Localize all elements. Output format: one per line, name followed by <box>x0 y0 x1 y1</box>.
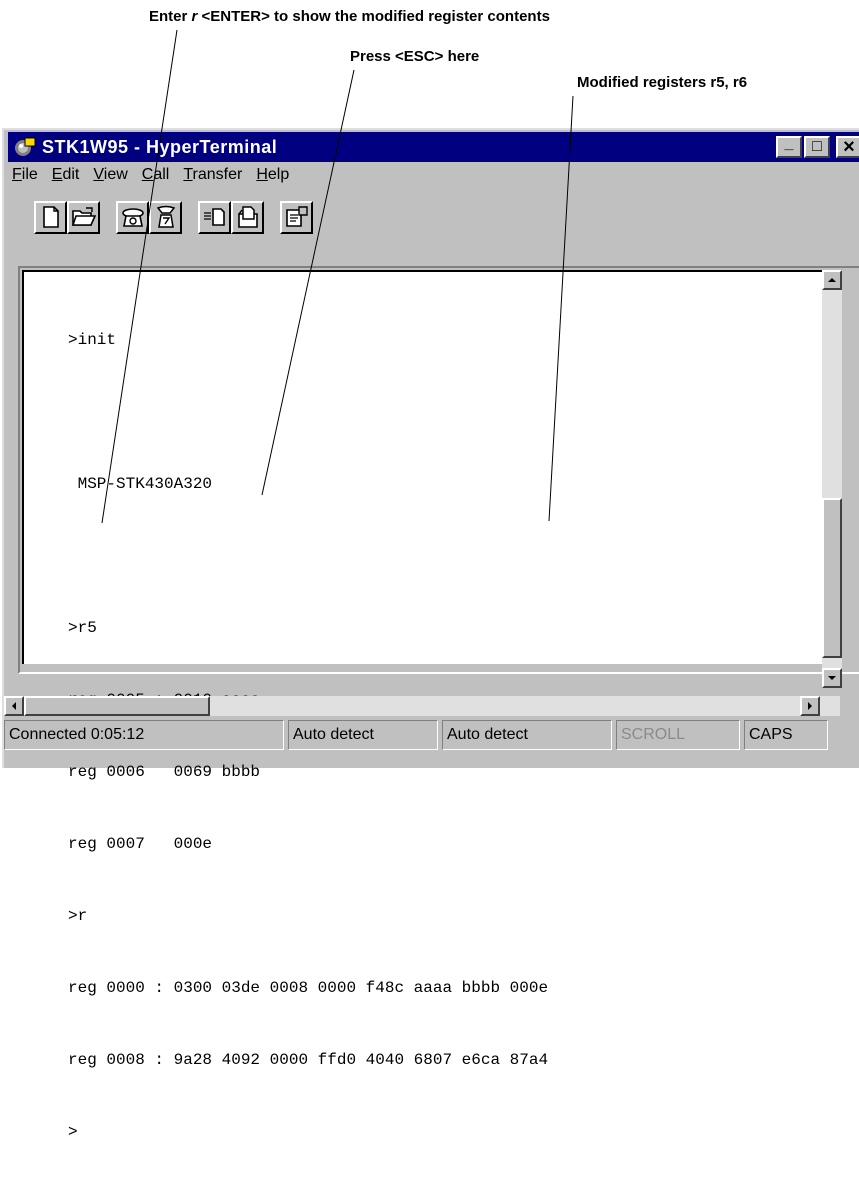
terminal-line: reg 0007 000e <box>68 835 213 853</box>
scroll-left-button[interactable] <box>4 696 24 716</box>
scroll-right-button[interactable] <box>800 696 820 716</box>
open-button[interactable] <box>67 200 100 234</box>
menu-call[interactable]: Call <box>142 166 170 184</box>
disconnect-icon <box>156 205 175 228</box>
hyperterminal-window: STK1W95 - HyperTerminal _ □ × File Edit … <box>2 128 859 1141</box>
receive-button[interactable] <box>231 200 264 234</box>
horizontal-scrollbar[interactable] <box>4 696 840 716</box>
open-icon <box>71 207 96 226</box>
phone-icon <box>121 208 144 227</box>
close-icon: × <box>843 136 855 158</box>
minimize-icon: _ <box>784 135 794 152</box>
arrow-left-icon <box>12 702 16 710</box>
send-button[interactable] <box>198 200 231 234</box>
receive-icon <box>237 206 258 228</box>
arrow-up-icon <box>828 278 836 282</box>
menu-view[interactable]: View <box>93 166 127 184</box>
title-bar[interactable]: STK1W95 - HyperTerminal _ □ × <box>8 132 859 162</box>
scroll-up-button[interactable] <box>822 270 842 290</box>
menu-bar: File Edit View Call Transfer Help <box>12 166 289 184</box>
status-port-settings: Auto detect <box>442 720 612 750</box>
maximize-icon: □ <box>812 138 822 155</box>
annotation-enter-r: Enter r <ENTER> to show the modified reg… <box>149 8 550 25</box>
menu-file[interactable]: File <box>12 166 38 184</box>
send-icon <box>203 208 225 226</box>
toolbar <box>34 198 313 236</box>
minimize-button[interactable]: _ <box>776 136 802 158</box>
scroll-down-button[interactable] <box>822 668 842 688</box>
status-connected: Connected 0:05:12 <box>4 720 284 750</box>
terminal-line: > <box>68 1123 78 1141</box>
hyperterminal-app-icon[interactable] <box>12 136 38 158</box>
status-emulation: Auto detect <box>288 720 438 750</box>
terminal-line: >init <box>68 331 117 349</box>
menu-edit[interactable]: Edit <box>52 166 80 184</box>
vertical-scrollbar[interactable] <box>822 270 842 688</box>
call-button[interactable] <box>116 200 149 234</box>
terminal-line: reg 0000 : 0300 03de 0008 0000 f48c aaaa… <box>68 979 549 997</box>
terminal-line: >r <box>68 907 88 925</box>
terminal-line: reg 0008 : 9a28 4092 0000 ffd0 4040 6807… <box>68 1051 549 1069</box>
annotation-modified-registers: Modified registers r5, r6 <box>577 74 748 91</box>
horizontal-scroll-thumb[interactable] <box>24 696 210 716</box>
terminal-line: reg 0006 0069 bbbb <box>68 763 261 781</box>
terminal-screen[interactable]: >init MSP-STK430A320 >r5 reg 0005 : 0010… <box>22 270 822 1141</box>
status-caps: CAPS <box>744 720 828 750</box>
properties-button[interactable] <box>280 200 313 234</box>
properties-icon <box>285 206 308 227</box>
status-bar: Connected 0:05:12 Auto detect Auto detec… <box>4 718 859 758</box>
maximize-button[interactable]: □ <box>804 136 830 158</box>
status-scroll: SCROLL <box>616 720 740 750</box>
new-icon <box>42 206 59 228</box>
terminal-line: >r5 <box>68 619 97 637</box>
vertical-scroll-thumb[interactable] <box>822 498 842 658</box>
new-button[interactable] <box>34 200 67 234</box>
annotation-press-esc: Press <ESC> here <box>350 48 480 65</box>
window-title: STK1W95 - HyperTerminal <box>42 136 278 157</box>
terminal-line: MSP-STK430A320 <box>68 475 213 493</box>
arrow-right-icon <box>808 702 812 710</box>
menu-help[interactable]: Help <box>256 166 289 184</box>
close-button[interactable]: × <box>836 136 859 158</box>
disconnect-button[interactable] <box>149 200 182 234</box>
arrow-down-icon <box>828 676 836 680</box>
menu-transfer[interactable]: Transfer <box>183 166 242 184</box>
